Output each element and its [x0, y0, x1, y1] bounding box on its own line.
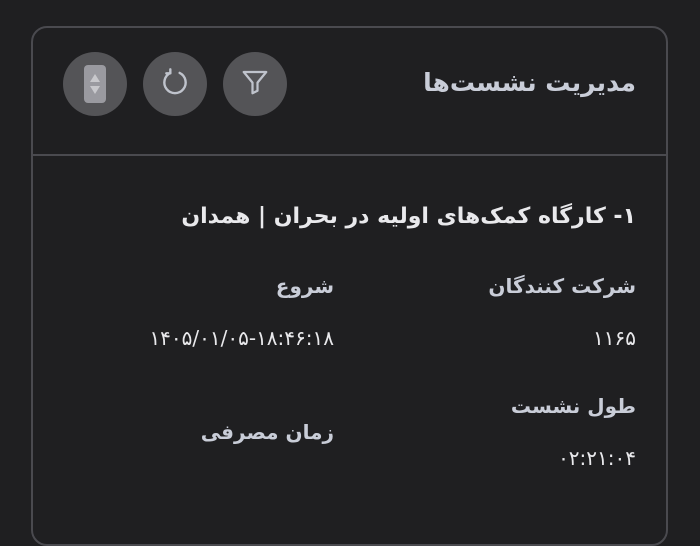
participants-label: شرکت کنندگان: [488, 274, 636, 298]
participants-value: ۱۱۶۵: [593, 326, 636, 350]
session-title: ۱- کارگاه کمک‌های اولیه در بحران | همدان: [181, 204, 636, 229]
duration-label: طول نشست: [510, 394, 636, 418]
filter-button[interactable]: [223, 52, 287, 116]
refresh-icon: [159, 66, 191, 102]
sort-button[interactable]: [63, 52, 127, 116]
duration-value: ۰۲:۲۱:۰۴: [558, 446, 636, 470]
filter-icon: [240, 67, 270, 101]
card-header: مدیریت نشست‌ها: [33, 28, 666, 156]
session-management-card: مدیریت نشست‌ها: [31, 26, 668, 546]
page-title: مدیریت نشست‌ها: [423, 68, 636, 97]
start-label: شروع: [275, 274, 334, 298]
refresh-button[interactable]: [143, 52, 207, 116]
start-value: ۱۴۰۵/۰۱/۰۵-۱۸:۴۶:۱۸: [149, 326, 334, 350]
sort-icon: [84, 65, 106, 103]
time-used-label: زمان مصرفی: [200, 420, 334, 444]
session-details: ۱- کارگاه کمک‌های اولیه در بحران | همدان…: [33, 156, 666, 544]
